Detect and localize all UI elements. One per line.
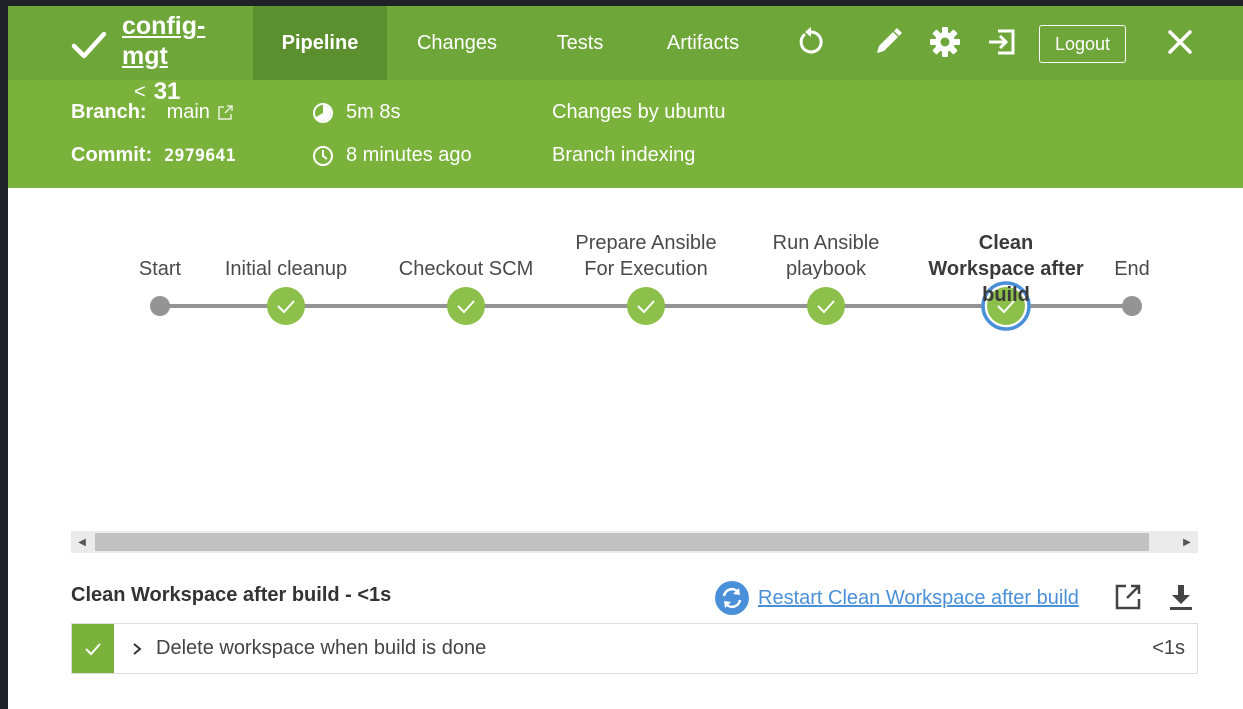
time-ago-value: 8 minutes ago (346, 144, 472, 166)
app-window: config-mgt Pipeline Changes Tests Artifa… (8, 6, 1243, 709)
changes-info: Changes by ubuntu (552, 101, 725, 124)
clock-icon (313, 145, 333, 166)
stage-label-run-ansible-playbook: Run Ansible playbook (772, 232, 880, 280)
stage-label-checkout-scm: Checkout SCM (398, 258, 534, 280)
duration-icon (313, 102, 333, 123)
changes-value: Changes by ubuntu (552, 101, 726, 123)
step-success-check-icon (72, 624, 114, 673)
stage-node-end (1122, 296, 1142, 316)
top-bar: config-mgt Pipeline Changes Tests Artifa… (8, 6, 1243, 80)
run-info-bar: Branch: main Commit: 2979641 5m 8s 8 min… (8, 80, 1243, 188)
stage-node-initial-cleanup[interactable] (267, 287, 305, 325)
scrollbar-thumb[interactable] (95, 533, 1149, 551)
close-icon[interactable] (1164, 26, 1196, 58)
commit-value: 2979641 (164, 145, 236, 166)
job-name-link[interactable]: config-mgt (122, 11, 242, 71)
horizontal-scrollbar[interactable]: ◀ ▶ (71, 531, 1198, 553)
success-check-icon (71, 31, 107, 59)
open-classic-icon[interactable] (986, 26, 1018, 58)
external-link-icon[interactable] (216, 104, 234, 122)
commit-label: Commit: (71, 144, 153, 166)
step-row[interactable]: Delete workspace when build is done <1s (71, 623, 1198, 674)
chevron-right-icon[interactable] (130, 642, 144, 656)
time-ago-info: 8 minutes ago (312, 144, 472, 167)
chevron-left-icon: < (134, 80, 146, 103)
build-number[interactable]: < 31 (134, 78, 180, 106)
settings-icon[interactable] (929, 26, 961, 58)
stage-node-prepare-ansible-for-execution[interactable] (627, 287, 665, 325)
step-duration: <1s (1152, 637, 1185, 659)
logout-button[interactable]: Logout (1039, 25, 1126, 63)
open-log-external-icon[interactable] (1113, 582, 1143, 612)
cause-value: Branch indexing (552, 144, 696, 166)
scroll-left-arrow[interactable]: ◀ (71, 531, 93, 553)
edit-icon[interactable] (872, 26, 904, 58)
tab-tests[interactable]: Tests (527, 6, 633, 80)
stage-label-end: End (1114, 258, 1150, 280)
step-label: Delete workspace when build is done (156, 637, 487, 659)
tab-artifacts[interactable]: Artifacts (633, 6, 773, 80)
tab-pipeline[interactable]: Pipeline (253, 6, 387, 80)
stage-node-checkout-scm[interactable] (447, 287, 485, 325)
duration-info: 5m 8s (312, 101, 400, 124)
commit-info: Commit: 2979641 (71, 144, 236, 167)
tab-changes[interactable]: Changes (387, 6, 527, 80)
stage-node-start (150, 296, 170, 316)
scroll-right-arrow[interactable]: ▶ (1176, 531, 1198, 553)
stage-node-run-ansible-playbook[interactable] (807, 287, 845, 325)
restart-stage-button[interactable]: Restart Clean Workspace after build (714, 580, 1079, 616)
restart-icon (715, 581, 749, 615)
stage-detail-title: Clean Workspace after build - <1s (71, 584, 392, 606)
replay-icon[interactable] (795, 26, 827, 58)
cause-info: Branch indexing (552, 144, 695, 167)
pipeline-graph: Start Initial cleanup Checkout SCM Prepare … (8, 188, 1243, 528)
restart-stage-label: Restart Clean Workspace after build (758, 586, 1079, 609)
build-number-label: 31 (153, 78, 181, 105)
stage-label-prepare-ansible-for-execution: Prepare Ansible For Execution (575, 232, 717, 280)
download-log-icon[interactable] (1166, 582, 1196, 612)
duration-value: 5m 8s (346, 101, 401, 123)
